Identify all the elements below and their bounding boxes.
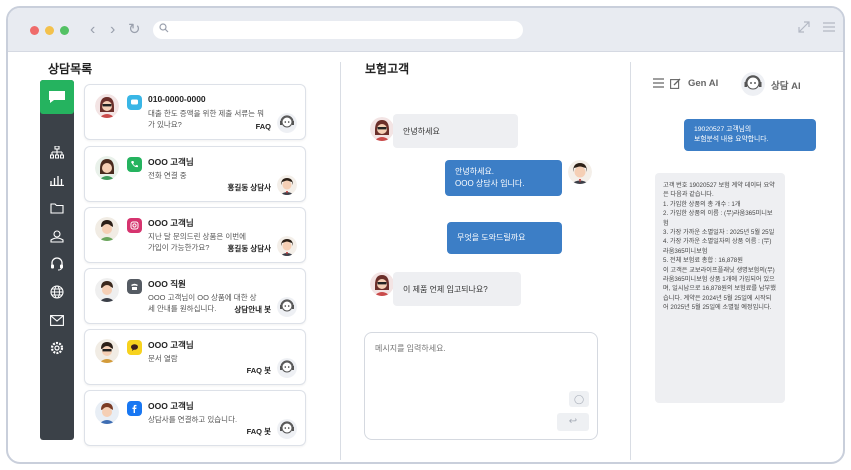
consultation-card[interactable]: OOO 고객님 상담사를 연결하고 있습니다. FAQ 봇 <box>84 390 306 446</box>
chat-message-customer: 이 제품 언제 입고되나요? <box>393 272 521 306</box>
reload-icon[interactable]: ↻ <box>128 20 141 40</box>
folder-icon[interactable] <box>40 198 74 218</box>
sidebar <box>40 80 74 440</box>
bot-agent-avatar <box>277 113 297 133</box>
chevron-right-icon[interactable]: › <box>110 20 115 40</box>
consult-ai-tab[interactable]: 상담 AI <box>771 78 801 92</box>
consultation-list-title: 상담목록 <box>48 62 93 76</box>
card-name: OOO 직원 <box>148 279 186 289</box>
telephone-icon <box>127 279 142 294</box>
card-name: OOO 고객님 <box>148 218 194 228</box>
chat-icon[interactable] <box>40 80 74 114</box>
expand-icon[interactable] <box>798 20 810 37</box>
globe-icon[interactable] <box>40 282 74 302</box>
consultation-card[interactable]: OOO 고객님 지난 달 문의드린 상품은 이번에 가입이 가능한가요? 홍길동… <box>84 207 306 263</box>
consultation-card[interactable]: OOO 직원 OOO 고객님이 OO 상품에 대한 상세 안내를 원하십니다. … <box>84 268 306 324</box>
message-input[interactable] <box>375 343 585 393</box>
customer-avatar <box>95 217 119 241</box>
browser-toolbar: ‹ › ↻ <box>8 8 843 52</box>
card-tag: 상담안내 봇 <box>234 305 271 314</box>
panel-divider <box>630 62 631 460</box>
gen-ai-tab[interactable]: Gen AI <box>688 78 718 89</box>
card-tag: 홍길동 상담사 <box>227 183 271 192</box>
settings-icon[interactable] <box>40 338 74 358</box>
edit-icon[interactable] <box>670 78 681 92</box>
card-tag: 홍길동 상담사 <box>227 244 271 253</box>
kakaotalk-icon <box>127 340 142 355</box>
card-name: OOO 고객님 <box>148 401 194 411</box>
org-chart-icon[interactable] <box>40 142 74 162</box>
search-icon <box>159 22 169 36</box>
phone-icon <box>127 157 142 172</box>
address-bar[interactable] <box>153 21 523 39</box>
chat-message-agent: 무엇을 도와드릴까요 <box>447 222 562 254</box>
maximize-window-dot[interactable] <box>60 26 69 35</box>
send-icon[interactable]: ↩ <box>557 413 589 431</box>
close-window-dot[interactable] <box>30 26 39 35</box>
card-tag: FAQ 봇 <box>246 427 271 436</box>
facebook-icon <box>127 401 142 416</box>
sms-icon <box>127 95 142 110</box>
card-message: 대출 한도 증액을 위한 제출 서류는 뭐가 있나요? <box>148 109 265 129</box>
mail-icon[interactable] <box>40 310 74 330</box>
card-message: 전화 연결 중 <box>148 171 187 180</box>
chat-message-agent: 안녕하세요. OOO 상담사 입니다. <box>445 160 562 196</box>
chevron-left-icon[interactable]: ‹ <box>90 20 95 40</box>
agent-avatar <box>277 236 297 256</box>
customer-avatar <box>370 117 394 141</box>
bot-agent-avatar <box>277 297 297 317</box>
card-tag: FAQ 봇 <box>246 366 271 375</box>
consultation-card[interactable]: OOO 고객님 문서 열람 FAQ 봇 <box>84 329 306 385</box>
customer-avatar <box>95 94 119 118</box>
headset-icon[interactable] <box>40 254 74 274</box>
minimize-window-dot[interactable] <box>45 26 54 35</box>
agent-avatar <box>568 160 592 184</box>
bar-chart-icon[interactable] <box>40 170 74 190</box>
list-icon[interactable] <box>653 78 664 91</box>
card-message: 상담사를 연결하고 있습니다. <box>148 415 238 424</box>
agent-avatar <box>277 175 297 195</box>
consultation-card[interactable]: 010-0000-0000 대출 한도 증액을 위한 제출 서류는 뭐가 있나요… <box>84 84 306 140</box>
ai-request-message: 19020527 고객님의 보험분석 내용 요약합니다. <box>684 119 816 151</box>
hamburger-menu-icon[interactable] <box>822 20 836 37</box>
panel-divider <box>340 62 341 460</box>
chat-title: 보험고객 <box>365 62 410 76</box>
customer-avatar <box>95 339 119 363</box>
chat-message-customer: 안녕하세요 <box>393 114 518 148</box>
card-tag: FAQ <box>255 122 271 131</box>
customer-avatar <box>95 400 119 424</box>
customer-avatar <box>370 272 394 296</box>
card-message: 문서 열람 <box>148 354 178 363</box>
ai-summary-message: 고객 번호 19020527 보험 계약 데이터 요약은 다음과 같습니다. 1… <box>655 173 785 403</box>
customer-avatar <box>95 278 119 302</box>
instagram-icon <box>127 218 142 233</box>
bot-agent-avatar <box>277 419 297 439</box>
bot-agent-avatar <box>277 358 297 378</box>
message-composer: ◯ ↩ <box>364 332 598 440</box>
consultation-card[interactable]: OOO 고객님 전화 연결 중 홍길동 상담사 <box>84 146 306 202</box>
attach-icon[interactable]: ◯ <box>569 391 589 407</box>
card-name: OOO 고객님 <box>148 340 194 350</box>
user-icon[interactable] <box>40 226 74 246</box>
consult-ai-bot-icon <box>741 72 765 96</box>
card-name: 010-0000-0000 <box>148 94 206 104</box>
card-name: OOO 고객님 <box>148 157 194 167</box>
customer-avatar <box>95 156 119 180</box>
